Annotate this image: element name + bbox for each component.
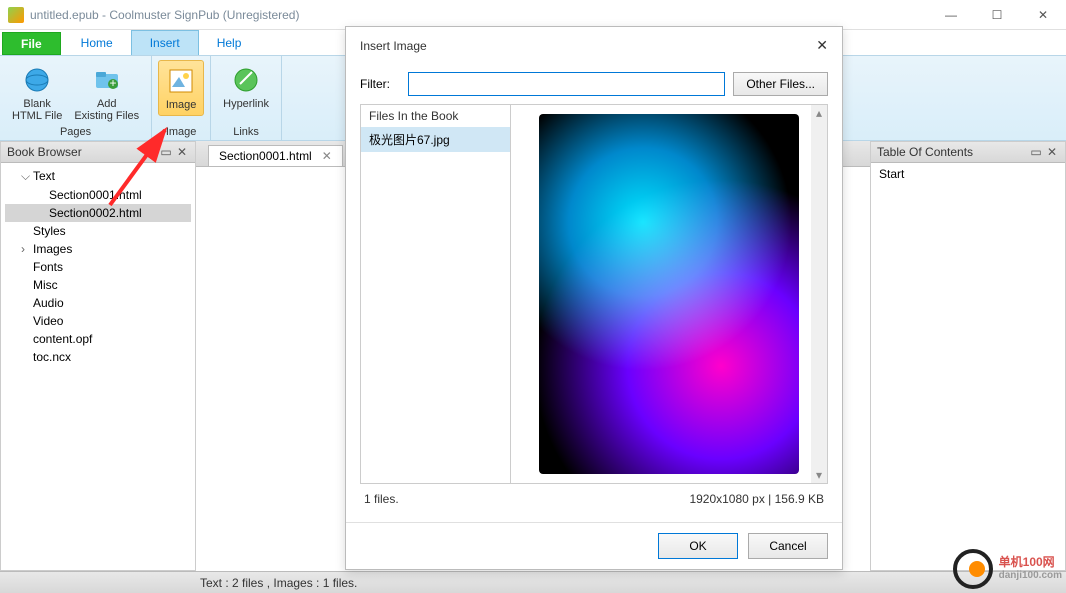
image-label: Image — [166, 99, 197, 111]
tree-label: toc.ncx — [33, 350, 71, 364]
tree-row[interactable]: Audio — [5, 294, 191, 312]
panel-undock-icon[interactable]: ▭ — [159, 145, 173, 159]
panel-close-icon[interactable]: ✕ — [175, 145, 189, 159]
minimize-button[interactable]: — — [928, 0, 974, 30]
tree-row[interactable]: Misc — [5, 276, 191, 294]
file-list[interactable]: Files In the Book 极光图片67.jpg — [361, 105, 511, 483]
group-pages-label: Pages — [60, 126, 91, 138]
menu-home[interactable]: Home — [63, 30, 131, 55]
tree-expand-icon[interactable]: › — [21, 242, 33, 256]
blank-html-label: Blank HTML File — [12, 98, 62, 122]
tree-label: Styles — [33, 224, 66, 238]
tree-row[interactable]: toc.ncx — [5, 348, 191, 366]
tree-row[interactable]: content.opf — [5, 330, 191, 348]
toc-body[interactable]: Start — [871, 163, 1065, 570]
tab-close-icon[interactable]: ✕ — [322, 149, 332, 163]
other-files-button[interactable]: Other Files... — [733, 72, 828, 96]
app-icon — [8, 7, 24, 23]
tree-label: Section0002.html — [49, 206, 142, 220]
add-existing-button[interactable]: + Add Existing Files — [68, 60, 145, 126]
file-list-header: Files In the Book — [361, 105, 510, 127]
status-text: Text : 2 files , Images : 1 files. — [200, 576, 357, 590]
insert-image-dialog: Insert Image ✕ Filter: Other Files... Fi… — [345, 26, 843, 570]
globe-icon — [21, 64, 53, 96]
panel-close-icon[interactable]: ✕ — [1045, 145, 1059, 159]
cancel-button[interactable]: Cancel — [748, 533, 828, 559]
toc-panel: Table Of Contents ▭ ✕ Start — [870, 141, 1066, 571]
hyperlink-button[interactable]: Hyperlink — [217, 60, 275, 114]
preview-scrollbar[interactable]: ▴ ▾ — [811, 105, 827, 483]
editor-tab-label: Section0001.html — [219, 149, 312, 163]
image-icon — [165, 65, 197, 97]
hyperlink-globe-icon — [230, 64, 262, 96]
add-existing-label: Add Existing Files — [74, 98, 139, 122]
menu-help[interactable]: Help — [199, 30, 260, 55]
image-preview: ▴ ▾ — [511, 105, 827, 483]
dialog-title: Insert Image — [360, 39, 427, 53]
book-browser-header: Book Browser ▭ ✕ — [1, 142, 195, 163]
svg-text:+: + — [109, 76, 116, 90]
hyperlink-label: Hyperlink — [223, 98, 269, 110]
scroll-up-icon[interactable]: ▴ — [811, 105, 827, 121]
tree-row[interactable]: Section0001.html — [5, 186, 191, 204]
window-title: untitled.epub - Coolmuster SignPub (Unre… — [30, 8, 299, 22]
image-dimensions-text: 1920x1080 px | 156.9 KB — [689, 492, 824, 506]
statusbar: Text : 2 files , Images : 1 files. — [0, 571, 1066, 593]
tree-row[interactable]: Styles — [5, 222, 191, 240]
tree-label: Section0001.html — [49, 188, 142, 202]
tree-row[interactable]: Section0002.html — [5, 204, 191, 222]
toc-header: Table Of Contents ▭ ✕ — [871, 142, 1065, 163]
tree-expand-icon[interactable]: ⌵ — [21, 169, 33, 184]
tree-row[interactable]: ⌵Text — [5, 167, 191, 186]
panel-undock-icon[interactable]: ▭ — [1029, 145, 1043, 159]
filter-label: Filter: — [360, 77, 400, 91]
file-list-item[interactable]: 极光图片67.jpg — [361, 127, 510, 152]
dialog-titlebar: Insert Image ✕ — [346, 27, 842, 64]
tree-label: Images — [33, 242, 72, 256]
tree-row[interactable]: Video — [5, 312, 191, 330]
maximize-button[interactable]: ☐ — [974, 0, 1020, 30]
tree-label: content.opf — [33, 332, 92, 346]
dialog-close-icon[interactable]: ✕ — [816, 37, 828, 54]
tree-label: Audio — [33, 296, 64, 310]
tree-label: Text — [33, 169, 55, 183]
tree-label: Misc — [33, 278, 58, 292]
menu-insert[interactable]: Insert — [131, 30, 199, 55]
book-browser-panel: Book Browser ▭ ✕ ⌵Text Section0001.html Se… — [0, 141, 196, 571]
ok-button[interactable]: OK — [658, 533, 738, 559]
blank-html-button[interactable]: Blank HTML File — [6, 60, 68, 126]
preview-thumbnail — [539, 114, 799, 474]
insert-image-button[interactable]: Image — [158, 60, 204, 116]
tree-label: Video — [33, 314, 63, 328]
file-count-text: 1 files. — [364, 492, 399, 506]
tree-row[interactable]: Fonts — [5, 258, 191, 276]
menu-file[interactable]: File — [2, 32, 61, 55]
toc-item[interactable]: Start — [879, 167, 1057, 181]
tree-row[interactable]: ›Images — [5, 240, 191, 258]
group-links-label: Links — [233, 126, 259, 138]
book-browser-tree[interactable]: ⌵Text Section0001.html Section0002.html Sty… — [1, 163, 195, 570]
folder-add-icon: + — [91, 64, 123, 96]
tree-label: Fonts — [33, 260, 63, 274]
filter-input[interactable] — [408, 72, 725, 96]
close-button[interactable]: ✕ — [1020, 0, 1066, 30]
scroll-down-icon[interactable]: ▾ — [811, 467, 827, 483]
editor-tab[interactable]: Section0001.html ✕ — [208, 145, 343, 166]
group-image-label: Image — [166, 126, 197, 138]
